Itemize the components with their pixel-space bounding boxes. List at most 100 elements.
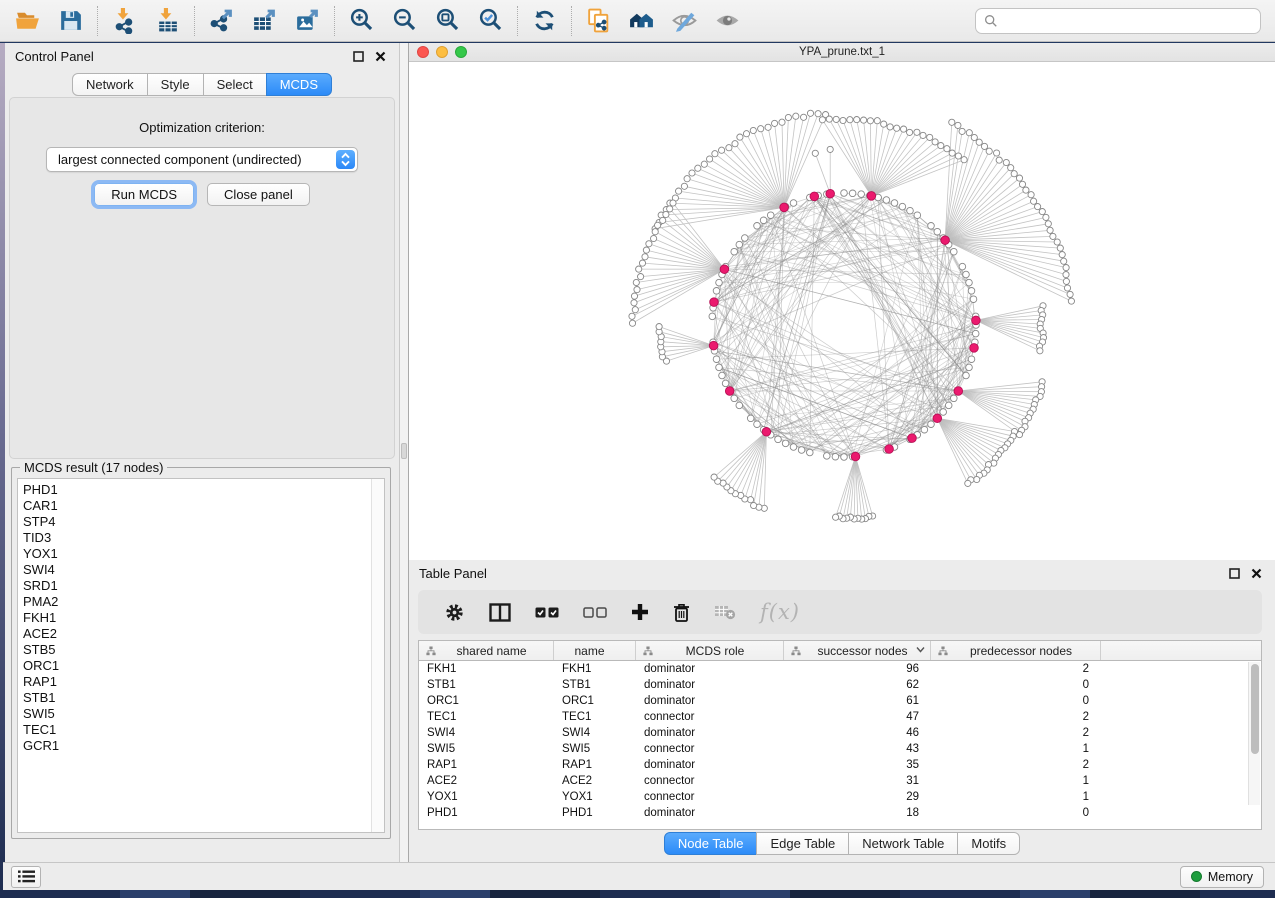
- network-canvas[interactable]: [409, 62, 1275, 560]
- tab-style[interactable]: Style: [147, 73, 204, 96]
- add-column-button[interactable]: [619, 594, 661, 630]
- memory-button[interactable]: Memory: [1180, 866, 1264, 888]
- mcds-hub-node[interactable]: [709, 341, 718, 350]
- open-file-button[interactable]: [6, 1, 49, 41]
- search-field[interactable]: [975, 8, 1261, 34]
- mcds-hub-node[interactable]: [826, 189, 835, 198]
- close-window-icon[interactable]: [417, 46, 429, 58]
- mcds-result-item[interactable]: STP4: [23, 514, 384, 530]
- table-row[interactable]: TEC1TEC1connector472: [419, 709, 1261, 725]
- table-row[interactable]: STB1STB1dominator620: [419, 677, 1261, 693]
- mcds-result-item[interactable]: TID3: [23, 530, 384, 546]
- criterion-dropdown[interactable]: largest connected component (undirected): [46, 147, 358, 172]
- export-table-button[interactable]: [243, 1, 286, 41]
- table-row[interactable]: ACE2ACE2connector311: [419, 773, 1261, 789]
- tab-edge-table[interactable]: Edge Table: [756, 832, 849, 855]
- column-header-predecessor-nodes[interactable]: predecessor nodes: [931, 641, 1101, 660]
- table-row[interactable]: RAP1RAP1dominator352: [419, 757, 1261, 773]
- tab-node-table[interactable]: Node Table: [664, 832, 758, 855]
- mcds-hub-node[interactable]: [867, 192, 876, 201]
- deselect-all-columns-button[interactable]: [571, 594, 619, 630]
- delete-column-button[interactable]: [661, 594, 702, 630]
- select-all-columns-button[interactable]: [523, 594, 571, 630]
- tab-motifs[interactable]: Motifs: [957, 832, 1020, 855]
- run-mcds-button[interactable]: Run MCDS: [94, 183, 194, 206]
- zoom-fit-button[interactable]: [426, 1, 469, 41]
- network-window-titlebar[interactable]: YPA_prune.txt_1: [409, 43, 1275, 62]
- column-header-mcds-role[interactable]: MCDS role: [636, 641, 784, 660]
- mcds-hub-node[interactable]: [933, 414, 942, 423]
- table-row[interactable]: YOX1YOX1connector291: [419, 789, 1261, 805]
- show-hidden-button[interactable]: [706, 1, 749, 41]
- mcds-result-item[interactable]: SWI4: [23, 562, 384, 578]
- close-table-panel-icon[interactable]: [1247, 564, 1265, 582]
- tab-network-table[interactable]: Network Table: [848, 832, 958, 855]
- tab-select[interactable]: Select: [203, 73, 267, 96]
- mcds-result-list[interactable]: PHD1CAR1STP4TID3YOX1SWI4SRD1PMA2FKH1ACE2…: [17, 478, 385, 833]
- mcds-result-item[interactable]: YOX1: [23, 546, 384, 562]
- table-row[interactable]: SWI4SWI4dominator462: [419, 725, 1261, 741]
- column-header-shared-name[interactable]: shared name: [419, 641, 554, 660]
- tab-mcds[interactable]: MCDS: [266, 73, 332, 96]
- split-columns-button[interactable]: [477, 594, 523, 630]
- mcds-hub-node[interactable]: [762, 428, 771, 437]
- mcds-result-item[interactable]: TEC1: [23, 722, 384, 738]
- column-header-name[interactable]: name: [554, 641, 636, 660]
- mcds-result-item[interactable]: PMA2: [23, 594, 384, 610]
- mcds-hub-node[interactable]: [720, 265, 729, 274]
- mcds-hub-node[interactable]: [725, 387, 734, 396]
- zoom-in-button[interactable]: [340, 1, 383, 41]
- mcds-hub-node[interactable]: [954, 387, 963, 396]
- float-table-panel-icon[interactable]: [1225, 564, 1243, 582]
- apply-layout-button[interactable]: [523, 1, 566, 41]
- import-table-button[interactable]: [146, 1, 189, 41]
- zoom-selected-button[interactable]: [469, 1, 512, 41]
- close-panel-button[interactable]: Close panel: [207, 183, 310, 206]
- mcds-result-item[interactable]: CAR1: [23, 498, 384, 514]
- mcds-result-item[interactable]: GCR1: [23, 738, 384, 754]
- mcds-hub-node[interactable]: [851, 452, 860, 461]
- mcds-hub-node[interactable]: [710, 298, 719, 307]
- mcds-result-item[interactable]: STB1: [23, 690, 384, 706]
- mcds-hub-node[interactable]: [970, 344, 979, 353]
- minimize-window-icon[interactable]: [436, 46, 448, 58]
- mcds-result-item[interactable]: PHD1: [23, 482, 384, 498]
- mcds-result-item[interactable]: ORC1: [23, 658, 384, 674]
- search-input[interactable]: [1004, 14, 1252, 28]
- mcds-list-scrollbar[interactable]: [371, 479, 384, 832]
- column-header-successor-nodes[interactable]: successor nodes: [784, 641, 931, 660]
- mcds-hub-node[interactable]: [780, 203, 789, 212]
- import-network-button[interactable]: [103, 1, 146, 41]
- mcds-result-item[interactable]: RAP1: [23, 674, 384, 690]
- table-row[interactable]: ORC1ORC1dominator610: [419, 693, 1261, 709]
- network-graph[interactable]: [409, 62, 1275, 560]
- task-history-button[interactable]: [11, 866, 41, 888]
- mcds-hub-node[interactable]: [908, 434, 917, 443]
- table-settings-button[interactable]: [432, 594, 477, 630]
- float-panel-icon[interactable]: [349, 47, 367, 65]
- mcds-result-item[interactable]: SRD1: [23, 578, 384, 594]
- mcds-hub-node[interactable]: [810, 192, 819, 201]
- save-session-button[interactable]: [49, 1, 92, 41]
- export-network-button[interactable]: [200, 1, 243, 41]
- copy-network-button[interactable]: [577, 1, 620, 41]
- mcds-result-item[interactable]: STB5: [23, 642, 384, 658]
- table-row[interactable]: PHD1PHD1dominator180: [419, 805, 1261, 821]
- mcds-result-item[interactable]: SWI5: [23, 706, 384, 722]
- vertical-splitter[interactable]: [400, 43, 409, 862]
- mcds-hub-node[interactable]: [972, 316, 981, 325]
- table-row[interactable]: SWI5SWI5connector431: [419, 741, 1261, 757]
- mcds-result-item[interactable]: ACE2: [23, 626, 384, 642]
- home-button[interactable]: [620, 1, 663, 41]
- mcds-hub-node[interactable]: [941, 236, 950, 245]
- mcds-result-item[interactable]: FKH1: [23, 610, 384, 626]
- table-scrollbar[interactable]: [1248, 662, 1260, 805]
- maximize-window-icon[interactable]: [455, 46, 467, 58]
- tab-network[interactable]: Network: [72, 73, 148, 96]
- table-row[interactable]: FKH1FKH1dominator962: [419, 661, 1261, 677]
- zoom-out-button[interactable]: [383, 1, 426, 41]
- hide-annotations-button[interactable]: [663, 1, 706, 41]
- splitter-grip[interactable]: [401, 443, 407, 459]
- table-scrollbar-thumb[interactable]: [1251, 664, 1259, 754]
- export-image-button[interactable]: [286, 1, 329, 41]
